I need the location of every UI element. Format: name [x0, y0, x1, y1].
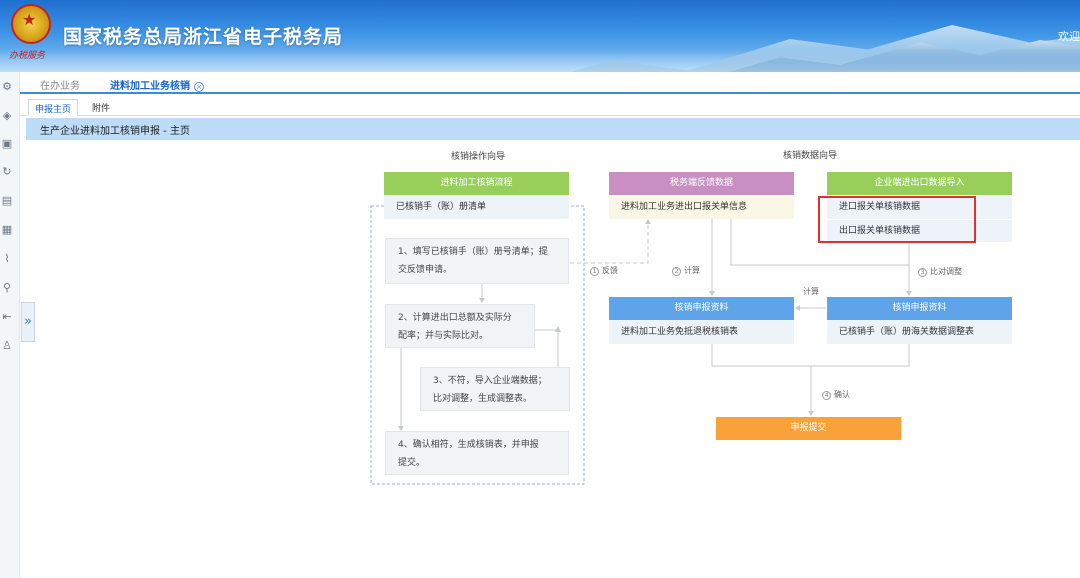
flow-step-3: 3、不符，导入企业端数据； 比对调整，生成调整表。 [420, 367, 570, 411]
tax-feedback-item[interactable]: 进料加工业务进出口报关单信息 [609, 195, 794, 219]
step4-line1: 4、确认相符，生成核销表，并申报 [398, 440, 539, 450]
submit-declaration-button[interactable]: 申报提交 [716, 417, 901, 440]
step4-line2: 提交。 [398, 458, 426, 468]
verify-form-item[interactable]: 进料加工业务免抵退税核销表 [609, 320, 794, 344]
step1-line2: 交反馈申请。 [398, 265, 453, 275]
flow-panel: 进料加工核销流程 已核销手（账）册清单 [384, 172, 569, 219]
flow-connectors [370, 205, 912, 485]
step2-line2: 配率；并与实际比对。 [398, 331, 489, 341]
enterprise-import-title: 企业端进出口数据导入 [827, 172, 1012, 195]
flow-title: 进料加工核销流程 [384, 172, 569, 195]
verify-info-panel: 核销申报资料 进料加工业务免抵退税核销表 [609, 297, 794, 344]
adjustment-form-item[interactable]: 已核销手（账）册海关数据调整表 [827, 320, 1012, 344]
step3-line2: 比对调整，生成调整表。 [433, 394, 533, 404]
compare-label: 3 比对调整 [918, 266, 962, 277]
feedback-label: 1 反馈 [590, 265, 618, 276]
calc-label: 2 计算 [672, 265, 700, 276]
step3-line1: 3、不符，导入企业端数据； [433, 376, 547, 386]
verify-info-title: 核销申报资料 [609, 297, 794, 320]
flow-step-2: 2、计算进出口总额及实际分 配率；并与实际比对。 [385, 304, 535, 348]
tax-feedback-title: 税务端反馈数据 [609, 172, 794, 195]
flow-step-4: 4、确认相符，生成核销表，并申报 提交。 [385, 431, 569, 475]
step1-line1: 1、填写已核销手（账）册号清单；提 [398, 247, 548, 257]
verify-info-panel-2: 核销申报资料 已核销手（账）册海关数据调整表 [827, 297, 1012, 344]
verify-info-title-2: 核销申报资料 [827, 297, 1012, 320]
tax-feedback-panel: 税务端反馈数据 进料加工业务进出口报关单信息 [609, 172, 794, 219]
calc-label-2: 计算 [803, 287, 819, 296]
flow-sub-item[interactable]: 已核销手（账）册清单 [384, 195, 569, 219]
confirm-label: 4 确认 [822, 389, 850, 400]
step2-line1: 2、计算进出口总额及实际分 [398, 313, 512, 323]
flow-step-1: 1、填写已核销手（账）册号清单；提 交反馈申请。 [385, 238, 569, 284]
highlight-box [818, 196, 976, 243]
